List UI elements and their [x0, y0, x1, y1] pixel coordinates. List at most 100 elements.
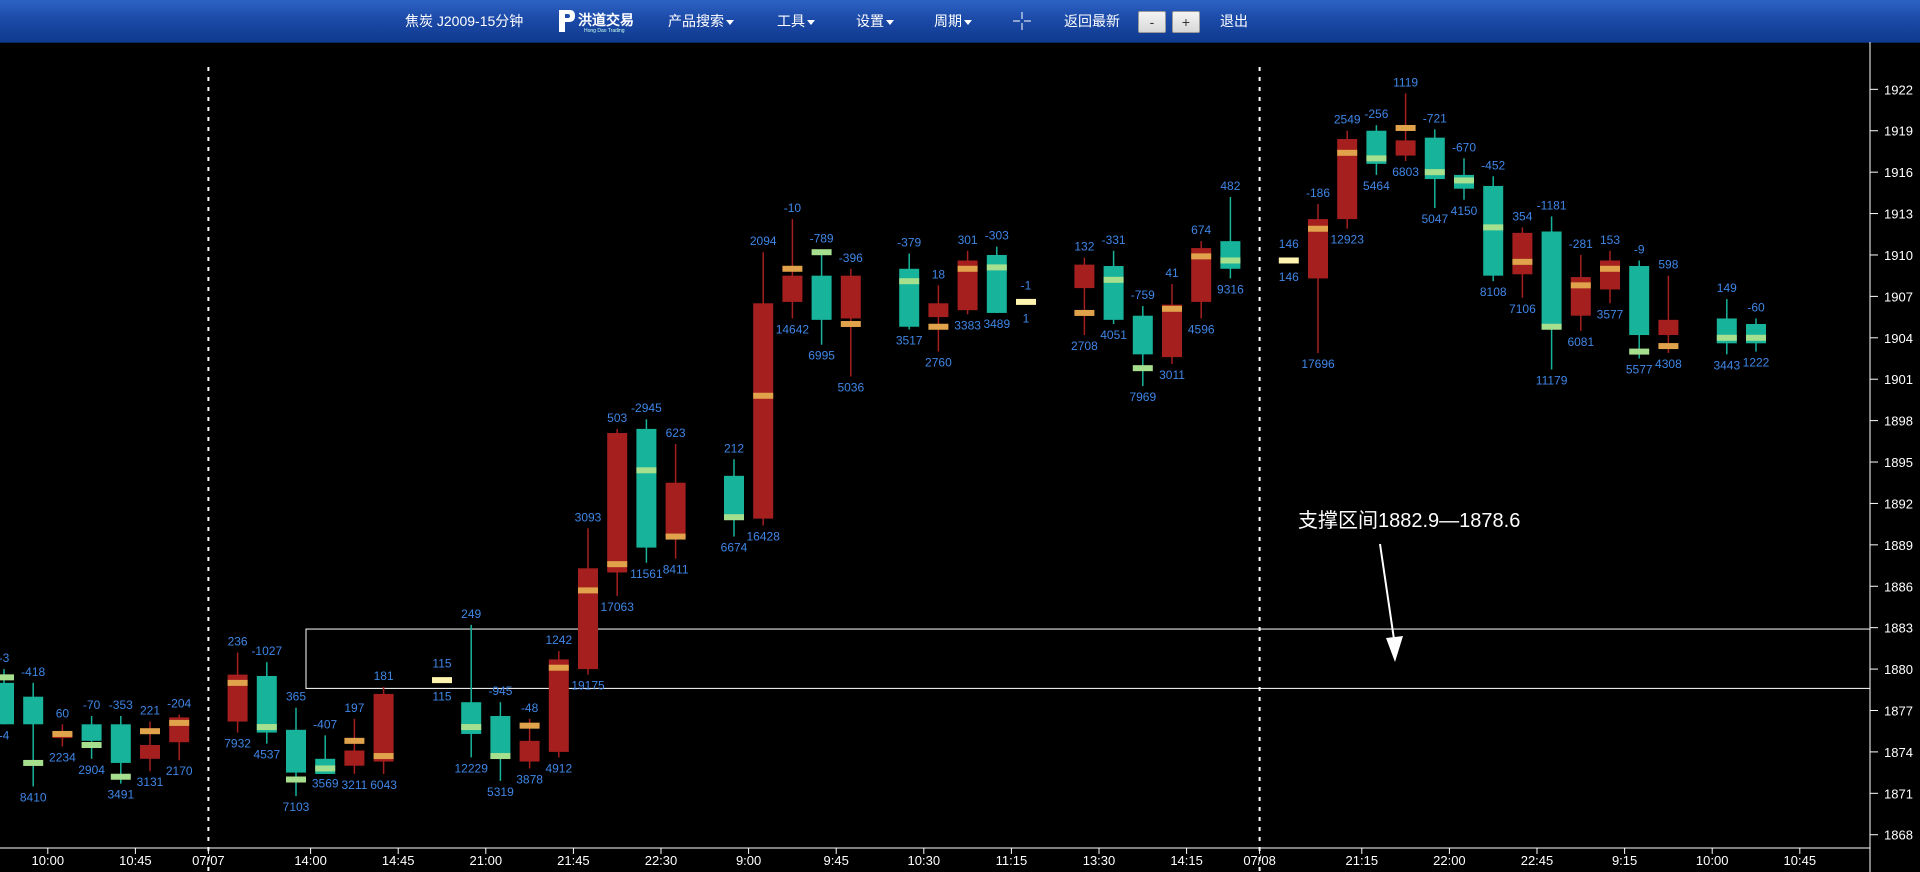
- back-to-latest-button[interactable]: 返回最新: [1064, 0, 1120, 42]
- y-tick-label: 1874: [1884, 745, 1913, 760]
- x-tick-label: 21:00: [470, 853, 503, 868]
- candle: [753, 252, 774, 526]
- menu-product-search-label: 产品搜索: [668, 13, 724, 29]
- candle-bottom-label: 4308: [1655, 357, 1682, 371]
- candle: [1074, 257, 1095, 336]
- candle-bottom-label: 2904: [78, 763, 105, 777]
- crosshair-icon: [1013, 12, 1031, 30]
- zoom-in-button[interactable]: +: [1172, 11, 1200, 33]
- candle: [548, 651, 569, 758]
- menu-period[interactable]: 周期: [934, 0, 972, 42]
- zoom-out-button[interactable]: -: [1138, 11, 1166, 33]
- x-tick-label: 21:45: [557, 853, 590, 868]
- candle-top-label: -48: [521, 701, 539, 715]
- candle-top-label: 18: [932, 267, 946, 281]
- candle: [315, 735, 336, 774]
- candle-vwap-mark: [81, 741, 102, 748]
- candle: [724, 459, 744, 537]
- candle-vwap-mark: [1512, 258, 1533, 265]
- candle-bottom-label: 4537: [253, 748, 280, 762]
- menu-settings[interactable]: 设置: [856, 0, 894, 42]
- logo-subtext: Hong Dao Trading: [584, 28, 625, 34]
- menu-tools[interactable]: 工具: [777, 0, 815, 42]
- candle-bottom-label: 14642: [776, 322, 810, 336]
- candle: [256, 662, 277, 744]
- candle-vwap-mark: [110, 773, 131, 780]
- y-tick-label: 1898: [1884, 414, 1913, 429]
- candle: [227, 652, 248, 733]
- top-toolbar: 焦炭 J2009-15分钟 洪道交易 Hong Dao Trading 产品搜索…: [0, 0, 1920, 43]
- candle-top-label: 153: [1600, 233, 1620, 247]
- candle-vwap-mark: [1424, 169, 1445, 176]
- candle-bottom-label: 16428: [747, 530, 781, 544]
- chevron-down-icon: [886, 19, 894, 25]
- candle-body: [1658, 319, 1679, 336]
- candle-top-label: 598: [1658, 258, 1678, 272]
- candle-top-label: -256: [1364, 107, 1388, 121]
- candle-top-label: -759: [1131, 288, 1155, 302]
- candle-bottom-label: 8410: [20, 790, 47, 804]
- candle: [1541, 216, 1562, 370]
- candle-bottom-label: 4150: [1451, 204, 1478, 218]
- candle-bottom-label: 3443: [1713, 358, 1740, 372]
- x-tick-label: 10:45: [1784, 853, 1817, 868]
- candle: [1308, 203, 1328, 353]
- candle-vwap-mark: [636, 467, 657, 474]
- candle-body: [519, 740, 540, 762]
- candle: [607, 428, 628, 596]
- candlestick-chart[interactable]: -3 -4 -418 8410 60 2234 -70 2904 -353 3491 221 3131…: [0, 42, 1920, 872]
- candle-vwap-mark: [1483, 224, 1504, 231]
- crosshair-button[interactable]: [1012, 0, 1032, 42]
- candle: [432, 677, 452, 684]
- candle-bottom-label: 6674: [721, 541, 748, 555]
- y-tick-label: 1871: [1884, 786, 1913, 801]
- candle-vwap-mark: [1600, 265, 1620, 272]
- x-tick-label: 9:15: [1612, 853, 1637, 868]
- candle-bottom-label: 5319: [487, 785, 514, 799]
- candle-top-label: 1242: [545, 633, 572, 647]
- candle-top-label: 146: [1279, 237, 1299, 251]
- menu-tools-label: 工具: [777, 13, 805, 29]
- candle-top-label: -379: [897, 236, 921, 250]
- candle-top-label: 623: [666, 426, 686, 440]
- support-zone: [305, 628, 1871, 689]
- candle-vwap-mark: [665, 533, 686, 540]
- candle: [490, 702, 511, 781]
- candle-vwap-mark: [811, 249, 832, 256]
- candle-bottom-label: 8411: [663, 563, 689, 577]
- candle-bottom-label: 2234: [49, 750, 76, 764]
- candle: [1483, 176, 1504, 282]
- x-tick-label: 10:00: [32, 853, 65, 868]
- candle-top-label: -204: [167, 697, 191, 711]
- candle-top-label: -789: [810, 231, 834, 245]
- candle-vwap-mark: [548, 664, 569, 671]
- candle-vwap-mark: [373, 753, 394, 760]
- candle: [1103, 250, 1124, 324]
- candle-body: [578, 568, 598, 670]
- candle-top-label: -303: [985, 229, 1009, 243]
- candle-top-label: 60: [56, 706, 70, 720]
- candle: [1162, 283, 1182, 365]
- candle-top-label: 365: [286, 690, 306, 704]
- menu-product-search[interactable]: 产品搜索: [668, 0, 734, 42]
- candle: [52, 724, 73, 747]
- x-tick-label: 9:00: [736, 853, 761, 868]
- candle-top-label: -331: [1102, 233, 1126, 247]
- candle-bottom-label: 17063: [601, 600, 635, 614]
- y-tick-label: 1913: [1884, 207, 1913, 222]
- candle-body: [286, 729, 306, 773]
- annotation-arrow-line: [1379, 543, 1396, 647]
- candle-body: [1541, 231, 1562, 330]
- candle-body: [1483, 185, 1504, 276]
- y-tick-label: 1868: [1884, 828, 1913, 843]
- exit-button[interactable]: 退出: [1220, 0, 1248, 42]
- y-tick-label: 1895: [1884, 455, 1913, 470]
- candle: [344, 718, 365, 774]
- x-tick-label: 10:45: [119, 853, 152, 868]
- candle-top-label: -281: [1569, 237, 1593, 251]
- candle-vwap-mark: [1191, 253, 1212, 260]
- candle-vwap-mark: [1103, 276, 1124, 283]
- candle: [1278, 257, 1299, 264]
- candle-top-label: -3: [0, 651, 10, 665]
- candle: [1366, 125, 1387, 175]
